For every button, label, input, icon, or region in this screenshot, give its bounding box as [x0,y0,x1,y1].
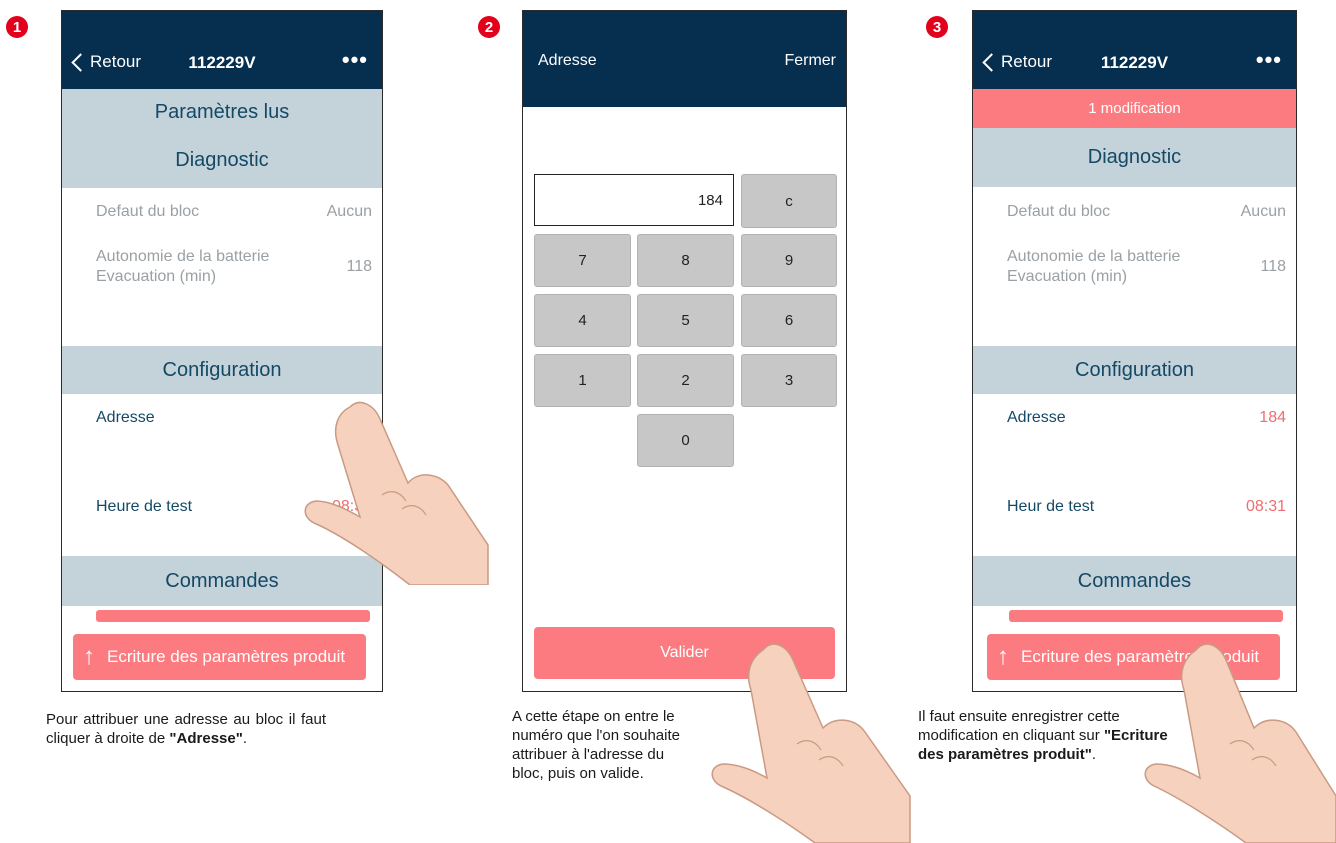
diagnostic-header: Diagnostic [973,128,1296,187]
caption-1-bold: "Adresse" [169,730,243,747]
phone-screen-2: Adresse Fermer 184 c 7 8 9 4 5 6 1 2 3 0… [522,10,847,692]
key-7[interactable]: 7 [534,234,631,287]
pointing-hand-icon [1144,643,1336,843]
heure-label: Heure de test [96,498,193,515]
caption-1-end: . [242,730,248,747]
params-read-title: Paramètres lus [154,101,290,123]
autonomie-label-line-2: Evacuation (min) [96,268,217,285]
pointing-hand-icon [304,401,489,585]
autonomie-row: Autonomie de la batterie Evacuation (min… [973,248,1296,288]
defaut-value: Aucun [1240,203,1286,220]
adresse-label: Adresse [1007,409,1066,426]
autonomie-label-line-1: Autonomie de la batterie [96,248,270,265]
upload-arrow-icon: ↑ [83,643,95,670]
pointing-hand-icon [711,643,911,843]
defaut-label: Defaut du bloc [96,203,200,220]
key-8[interactable]: 8 [637,234,734,287]
adresse-value[interactable]: 184 [1259,409,1286,427]
nav-bar: Adresse Fermer [523,11,846,107]
upload-arrow-icon: ↑ [997,643,1009,670]
configuration-header: Configuration [973,346,1296,394]
step-badge-2: 2 [478,16,500,38]
adresse-label: Adresse [96,409,155,426]
command-button-partial[interactable] [96,610,370,622]
key-0[interactable]: 0 [637,414,734,467]
number-display[interactable]: 184 [534,174,734,226]
defaut-label: Defaut du bloc [1007,203,1111,220]
params-read-header: Paramètres lus Diagnostic [62,89,382,188]
caption-2-text: A cette étape on entre le numéro que l'o… [512,708,680,782]
more-dots-icon[interactable]: ••• [342,47,368,73]
autonomie-row: Autonomie de la batterie Evacuation (min… [62,248,382,288]
caption-3-end: . [1091,746,1096,763]
key-4[interactable]: 4 [534,294,631,347]
nav-bar: Retour 112229V ••• [62,11,382,89]
key-5[interactable]: 5 [637,294,734,347]
step-badge-3: 3 [926,16,948,38]
key-9[interactable]: 9 [741,234,837,287]
write-params-label: Ecriture des paramètres produit [107,647,346,666]
device-title: 112229V [188,53,256,72]
nav-bar: Retour 112229V ••• [973,11,1296,89]
commandes-header: Commandes [973,556,1296,606]
autonomie-label-line-1: Autonomie de la batterie [1007,248,1181,265]
key-3[interactable]: 3 [741,354,837,407]
caption-step-1: Pour attribuer une adresse au bloc il fa… [46,710,326,748]
key-clear[interactable]: c [741,174,837,228]
write-params-button[interactable]: ↑ Ecriture des paramètres produit [73,634,366,680]
close-button[interactable]: Fermer [784,52,836,70]
defaut-value: Aucun [326,203,372,220]
heure-label: Heur de test [1007,498,1095,515]
modification-banner: 1 modification [973,89,1296,128]
step-badge-1: 1 [6,16,28,38]
caption-step-2: A cette étape on entre le numéro que l'o… [512,707,692,783]
device-title: 112229V [1100,53,1169,72]
autonomie-value: 118 [1260,258,1286,275]
autonomie-label-line-2: Evacuation (min) [1007,268,1128,285]
diagnostic-title: Diagnostic [175,149,269,171]
more-dots-icon[interactable]: ••• [1256,47,1282,73]
keypad-title: Adresse [538,52,597,69]
key-6[interactable]: 6 [741,294,837,347]
key-1[interactable]: 1 [534,354,631,407]
phone-screen-1: Retour 112229V ••• Paramètres lus Diagno… [61,10,383,692]
caption-3-text: Il faut ensuite enregistrer cette modifi… [918,708,1120,744]
phone-screen-3: Retour 112229V ••• 1 modification Diagno… [972,10,1297,692]
command-button-partial[interactable] [1009,610,1283,622]
autonomie-value: 118 [346,258,372,275]
key-2[interactable]: 2 [637,354,734,407]
heure-value[interactable]: 08:31 [1246,498,1286,516]
